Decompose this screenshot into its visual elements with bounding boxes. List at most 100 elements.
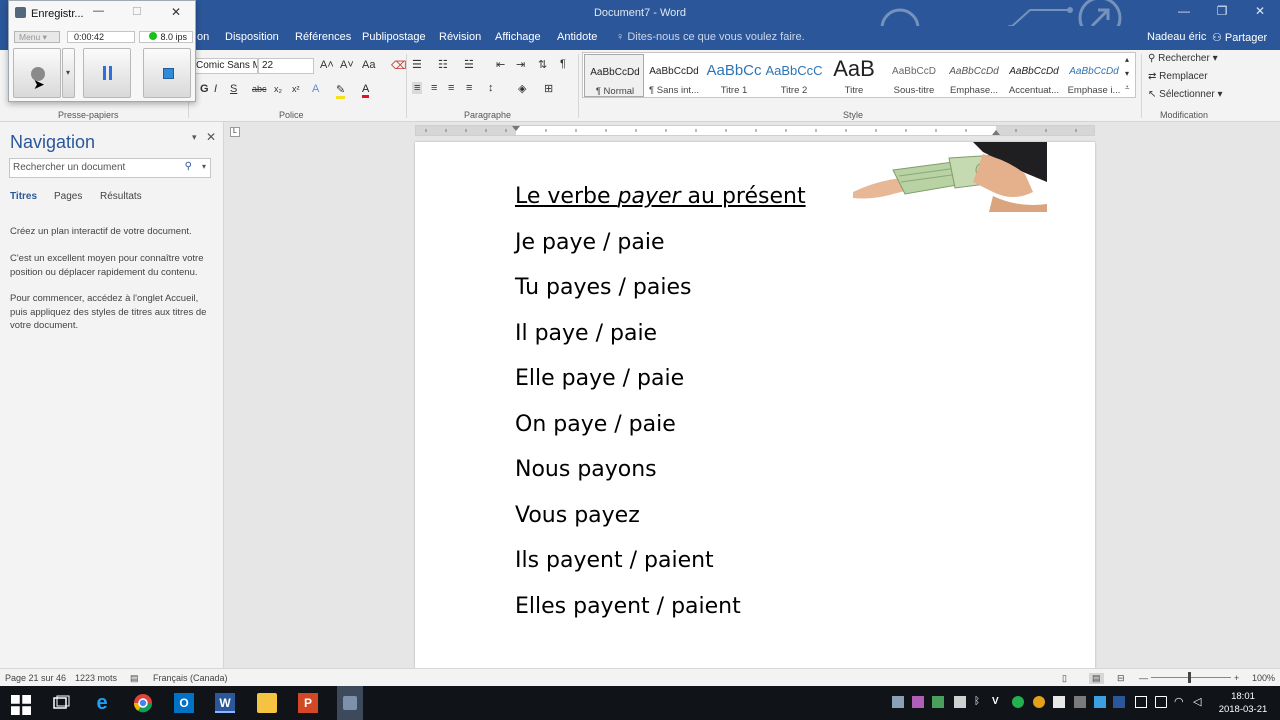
close-icon[interactable]: ✕ — [171, 5, 181, 19]
web-layout-icon[interactable]: ⊟ — [1117, 673, 1125, 684]
bullets-icon[interactable]: ☰ — [412, 58, 422, 71]
decrease-indent-icon[interactable]: ⇤ — [496, 58, 505, 71]
tab-references[interactable]: Références — [295, 31, 351, 43]
nav-tab-headings[interactable]: Titres — [10, 191, 37, 202]
gallery-scroll-up-icon[interactable]: ▴ — [1125, 55, 1129, 64]
style-heading-2[interactable]: AaBbCcC Titre 2 — [764, 54, 824, 97]
style-subtitle[interactable]: AaBbCcD Sous-titre — [884, 54, 944, 97]
style-subtle-emphasis[interactable]: AaBbCcDd Emphase... — [944, 54, 1004, 97]
share-button[interactable]: ⚇ Partager — [1212, 31, 1267, 44]
style-title[interactable]: AaB Titre — [824, 54, 884, 97]
tray-app-icon[interactable] — [1012, 696, 1024, 708]
tray-app-icon[interactable] — [912, 696, 924, 708]
tray-network-app-icon[interactable] — [892, 696, 904, 708]
recorder-menu[interactable]: Menu ▾ — [14, 31, 60, 43]
justify-icon[interactable]: ≡ — [466, 82, 472, 94]
tray-app-icon[interactable] — [1135, 696, 1147, 708]
zoom-out-icon[interactable]: — — [1139, 673, 1148, 683]
nav-options-icon[interactable]: ▾ — [192, 132, 197, 143]
pilcrow-icon[interactable]: ¶ — [560, 58, 566, 70]
word-icon[interactable]: W — [215, 693, 235, 713]
increase-indent-icon[interactable]: ⇥ — [516, 58, 525, 71]
task-view-icon[interactable] — [51, 693, 71, 713]
nav-search-input[interactable]: Rechercher un document ⚲ ▾ — [9, 158, 211, 178]
page-count[interactable]: Page 21 sur 46 — [5, 673, 66, 683]
highlight-icon[interactable]: ✎ — [336, 83, 346, 99]
style-heading-1[interactable]: AaBbCc Titre 1 — [704, 54, 764, 97]
zoom-slider[interactable] — [1151, 677, 1231, 678]
strikethrough-icon[interactable]: abc — [252, 84, 267, 94]
subscript-icon[interactable]: x₂ — [274, 84, 282, 94]
tray-app-icon[interactable] — [1033, 696, 1045, 708]
word-count[interactable]: 1223 mots — [75, 673, 117, 683]
maximize-icon[interactable]: ☐ — [132, 5, 142, 18]
record-options-button[interactable]: ▾ — [62, 48, 75, 98]
borders-icon[interactable]: ⊞ — [544, 82, 553, 95]
wifi-icon[interactable]: ◠ — [1174, 696, 1186, 708]
find-button[interactable]: ⚲ Rechercher ▾ — [1148, 53, 1218, 64]
clear-format-icon[interactable]: ⌫ — [391, 59, 407, 72]
restore-icon[interactable]: ❐ — [1202, 4, 1242, 18]
user-name[interactable]: Nadeau éric — [1147, 31, 1206, 43]
line-spacing-icon[interactable]: ↕ — [488, 82, 494, 94]
windows-start-icon[interactable] — [11, 695, 31, 715]
grow-font-icon[interactable]: A˄ — [320, 59, 334, 71]
zoom-in-icon[interactable]: + — [1234, 673, 1239, 683]
language-indicator[interactable]: Français (Canada) — [153, 673, 228, 683]
pause-button[interactable] — [83, 48, 131, 98]
tray-app-icon[interactable] — [1053, 696, 1065, 708]
gallery-scroll-down-icon[interactable]: ▾ — [1125, 69, 1129, 78]
style-normal[interactable]: AaBbCcDd ¶ Normal — [584, 54, 644, 97]
battery-icon[interactable] — [1155, 696, 1167, 708]
superscript-icon[interactable]: x² — [292, 84, 300, 94]
font-size-box[interactable]: 22 — [258, 58, 314, 74]
tray-app-icon[interactable] — [1074, 696, 1086, 708]
tab-revision[interactable]: Révision — [439, 31, 481, 43]
bold-icon[interactable]: G — [200, 83, 209, 95]
text-effects-icon[interactable]: A — [312, 83, 319, 95]
tell-me-box[interactable]: ♀ Dites-nous ce que vous voulez faire. — [616, 31, 805, 43]
read-mode-icon[interactable]: ▯ — [1062, 673, 1067, 684]
file-explorer-icon[interactable] — [257, 693, 277, 713]
search-icon[interactable]: ⚲ — [185, 161, 192, 172]
system-clock[interactable]: 18:01 2018-03-21 — [1216, 690, 1270, 716]
horizontal-ruler[interactable] — [415, 125, 1095, 136]
multilevel-list-icon[interactable]: ☱ — [464, 58, 474, 71]
chevron-down-icon[interactable]: ▾ — [202, 162, 206, 171]
sort-icon[interactable]: ⇅ — [538, 58, 547, 71]
style-intense-emphasis[interactable]: AaBbCcDd Emphase i... — [1064, 54, 1124, 97]
proofing-icon[interactable]: ▤ — [130, 673, 139, 684]
font-name-box[interactable]: Comic Sans M — [192, 58, 258, 74]
bluetooth-icon[interactable]: ᛒ — [974, 696, 986, 708]
font-color-icon[interactable]: A — [362, 83, 370, 98]
edge-browser-icon[interactable]: e — [92, 693, 112, 713]
shrink-font-icon[interactable]: A˅ — [340, 59, 354, 71]
tray-app-icon[interactable] — [1094, 696, 1106, 708]
minimize-icon[interactable]: — — [1164, 4, 1204, 18]
underline-icon[interactable]: S — [230, 83, 237, 95]
zoom-level[interactable]: 100% — [1252, 673, 1275, 683]
powerpoint-icon[interactable]: P — [298, 693, 318, 713]
tray-v-icon[interactable]: V — [992, 696, 1004, 708]
align-center-icon[interactable]: ≡ — [431, 82, 437, 94]
style-no-spacing[interactable]: AaBbCcDd ¶ Sans int... — [644, 54, 704, 97]
tray-app-icon[interactable] — [1113, 696, 1125, 708]
recorder-taskbar-button[interactable] — [337, 686, 363, 720]
gallery-more-icon[interactable]: ⩡ — [1125, 83, 1130, 93]
nav-tab-results[interactable]: Résultats — [100, 191, 142, 202]
stop-button[interactable] — [143, 48, 191, 98]
volume-icon[interactable]: ◁ — [1193, 696, 1205, 708]
tab-publipostage[interactable]: Publipostage — [362, 31, 426, 43]
zoom-slider-thumb[interactable] — [1188, 672, 1191, 683]
italic-icon[interactable]: I — [214, 83, 217, 95]
tray-app-icon[interactable] — [954, 696, 966, 708]
tab-stop-selector-icon[interactable]: L — [230, 127, 240, 137]
tab-disposition[interactable]: Disposition — [225, 31, 279, 43]
minimize-icon[interactable]: — — [93, 5, 104, 17]
replace-button[interactable]: ⇄ Remplacer — [1148, 71, 1208, 82]
document-page[interactable]: Le verbe payer au présent Je paye / paie… — [415, 142, 1095, 682]
close-icon[interactable]: ✕ — [206, 130, 216, 144]
shading-icon[interactable]: ◈ — [518, 82, 526, 95]
close-icon[interactable]: ✕ — [1240, 4, 1280, 18]
tray-app-icon[interactable] — [932, 696, 944, 708]
